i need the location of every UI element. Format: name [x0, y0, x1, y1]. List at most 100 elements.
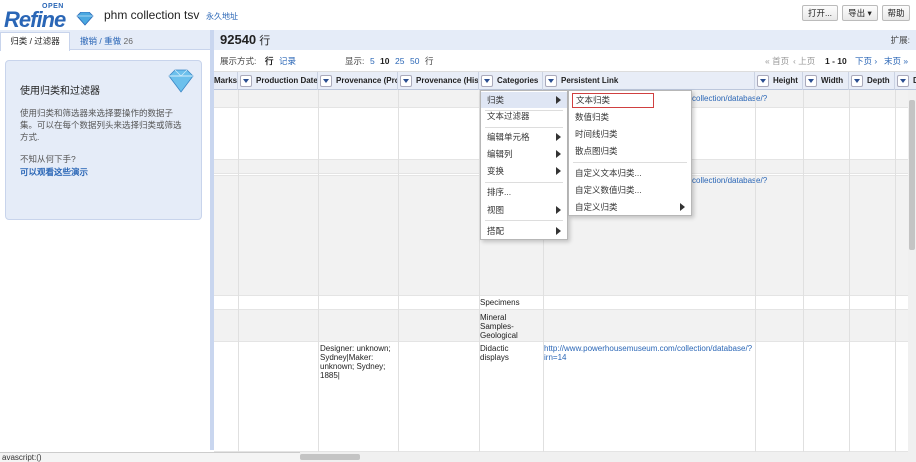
- menu-item-custom-text-facet[interactable]: 自定义文本归类...: [569, 165, 691, 181]
- column-header-row: Marks Production Date Provenance (Pro Pr…: [214, 72, 916, 90]
- left-tabs: 归类 / 过滤器 撤销 / 重做 26: [0, 30, 210, 51]
- open-button[interactable]: 打开...: [802, 5, 838, 21]
- scroll-thumb[interactable]: [300, 454, 360, 460]
- column-header-height[interactable]: Height: [755, 72, 803, 90]
- column-header-production-date[interactable]: Production Date: [238, 72, 318, 90]
- column-divider: [238, 90, 239, 452]
- column-divider: [895, 90, 896, 452]
- column-header-categories[interactable]: Categories: [479, 72, 543, 90]
- horizontal-scrollbar[interactable]: [214, 452, 916, 462]
- cell-persistent-link[interactable]: collection/database/?: [692, 176, 782, 185]
- menu-item-sort[interactable]: 排序...: [481, 184, 567, 200]
- row-count: 92540 行: [220, 32, 270, 48]
- menu-item-label: 文本过滤器: [487, 111, 530, 121]
- menu-item-custom-numeric-facet[interactable]: 自定义数值归类...: [569, 182, 691, 198]
- menu-item-label: 编辑单元格: [487, 132, 530, 142]
- column-title: Persistent Link: [561, 76, 619, 85]
- redo-count: 26: [123, 36, 133, 46]
- menu-item-custom-facets[interactable]: 自定义归类: [569, 199, 691, 215]
- menu-item-label: 数值归类: [575, 112, 610, 122]
- cell-persistent-link[interactable]: http://www.powerhousemuseum.com/collecti…: [544, 344, 752, 362]
- status-bar: avascript:(): [0, 452, 300, 462]
- page-range: 1 - 10: [825, 56, 847, 66]
- page-size-10[interactable]: 10: [380, 50, 389, 72]
- next-page-link[interactable]: 下页 ›: [855, 50, 877, 72]
- refine-logo[interactable]: OPEN Refine: [4, 3, 94, 32]
- submenu-arrow-icon: [680, 203, 685, 211]
- cell-persistent-link[interactable]: collection/database/?: [692, 94, 782, 103]
- column-title: Production Date: [256, 76, 318, 85]
- submenu-arrow-icon: [556, 227, 561, 235]
- prev-page-link[interactable]: ‹ 上页: [793, 50, 815, 72]
- extend-label[interactable]: 扩展:: [891, 34, 910, 46]
- column-title: Provenance (Pro: [336, 76, 398, 85]
- column-dropdown-icon[interactable]: [240, 75, 252, 87]
- last-page-link[interactable]: 末页 »: [884, 50, 908, 72]
- column-header-d[interactable]: D: [895, 72, 916, 90]
- column-dropdown-icon[interactable]: [481, 75, 493, 87]
- help-button[interactable]: 帮助: [882, 5, 910, 21]
- menu-item-reconcile[interactable]: 搭配: [481, 223, 567, 239]
- column-dropdown-icon[interactable]: [757, 75, 769, 87]
- column-dropdown-icon[interactable]: [851, 75, 863, 87]
- menu-item-transpose[interactable]: 变换: [481, 163, 567, 179]
- row-count-value: 92540: [220, 32, 257, 47]
- facet-help-description: 使用归类和筛选器来选择要操作的数据子集。可以在每个数据列头来选择归类或筛选方式.: [20, 108, 182, 142]
- column-header-depth[interactable]: Depth: [849, 72, 895, 90]
- page-size-50[interactable]: 50: [410, 50, 419, 72]
- column-header-persistent-link[interactable]: Persistent Link: [543, 72, 755, 90]
- column-divider: [318, 90, 319, 452]
- page-size-unit: 行: [425, 56, 434, 66]
- submenu-arrow-icon: [556, 133, 561, 141]
- scroll-thumb[interactable]: [909, 100, 915, 250]
- menu-item-scatterplot-facet[interactable]: 散点图归类: [569, 143, 691, 159]
- column-title: Width: [821, 76, 844, 85]
- facet-demo-link[interactable]: 可以观看这些演示: [20, 166, 88, 178]
- tab-facet-filter[interactable]: 归类 / 过滤器: [0, 32, 70, 51]
- page-size-5[interactable]: 5: [370, 50, 375, 72]
- column-dropdown-icon[interactable]: [545, 75, 557, 87]
- export-button[interactable]: 导出 ▾: [842, 5, 878, 21]
- menu-item-timeline-facet[interactable]: 时间线归类: [569, 126, 691, 142]
- column-dropdown-icon[interactable]: [897, 75, 909, 87]
- column-dropdown-icon[interactable]: [320, 75, 332, 87]
- vertical-scrollbar[interactable]: [908, 90, 916, 452]
- menu-item-edit-cells[interactable]: 编辑单元格: [481, 129, 567, 145]
- column-header-width[interactable]: Width: [803, 72, 849, 90]
- diamond-icon: [76, 12, 94, 26]
- menu-separator: [573, 162, 687, 163]
- menu-separator: [485, 182, 563, 183]
- menu-item-text-facet[interactable]: 文本归类: [572, 93, 654, 108]
- menu-item-label: 变换: [487, 166, 505, 176]
- show-rows-option[interactable]: 行: [265, 50, 274, 72]
- column-header-marks[interactable]: Marks: [214, 72, 238, 90]
- submenu-arrow-icon: [556, 150, 561, 158]
- cell-categories: Specimens: [480, 298, 520, 307]
- page-size-25[interactable]: 25: [395, 50, 404, 72]
- menu-item-view[interactable]: 视图: [481, 202, 567, 218]
- menu-item-text-filter[interactable]: 文本过滤器: [481, 108, 567, 124]
- column-divider: [755, 90, 756, 452]
- first-page-link[interactable]: « 首页: [765, 50, 789, 72]
- tab-undo-redo[interactable]: 撤销 / 重做 26: [80, 35, 133, 47]
- cell-provenance: Designer: unknown; Sydney|Maker: unknown…: [320, 344, 391, 380]
- project-title[interactable]: phm collection tsv: [104, 8, 199, 22]
- menu-item-edit-column[interactable]: 编辑列: [481, 146, 567, 162]
- menu-item-numeric-facet[interactable]: 数值归类: [569, 109, 691, 125]
- column-dropdown-icon[interactable]: [805, 75, 817, 87]
- menu-item-label: 自定义数值归类...: [575, 185, 642, 195]
- column-dropdown-icon[interactable]: [400, 75, 412, 87]
- facet-help-box: 使用归类和过滤器 使用归类和筛选器来选择要操作的数据子集。可以在每个数据列头来选…: [5, 60, 202, 220]
- column-header-provenance-his[interactable]: Provenance (His: [398, 72, 479, 90]
- column-header-provenance-pro[interactable]: Provenance (Pro: [318, 72, 398, 90]
- menu-item-label: 散点图归类: [575, 146, 618, 156]
- permalink-link[interactable]: 永久地址: [206, 11, 238, 22]
- menu-item-label: 搭配: [487, 226, 505, 236]
- row-count-unit: 行: [256, 35, 271, 47]
- undo-label: 撤销: [80, 36, 98, 46]
- column-title: Categories: [497, 76, 539, 85]
- menu-item-facet[interactable]: 归类: [481, 92, 567, 108]
- menu-separator: [485, 220, 563, 221]
- column-title: Provenance (His: [416, 76, 479, 85]
- show-records-option[interactable]: 记录: [279, 50, 296, 72]
